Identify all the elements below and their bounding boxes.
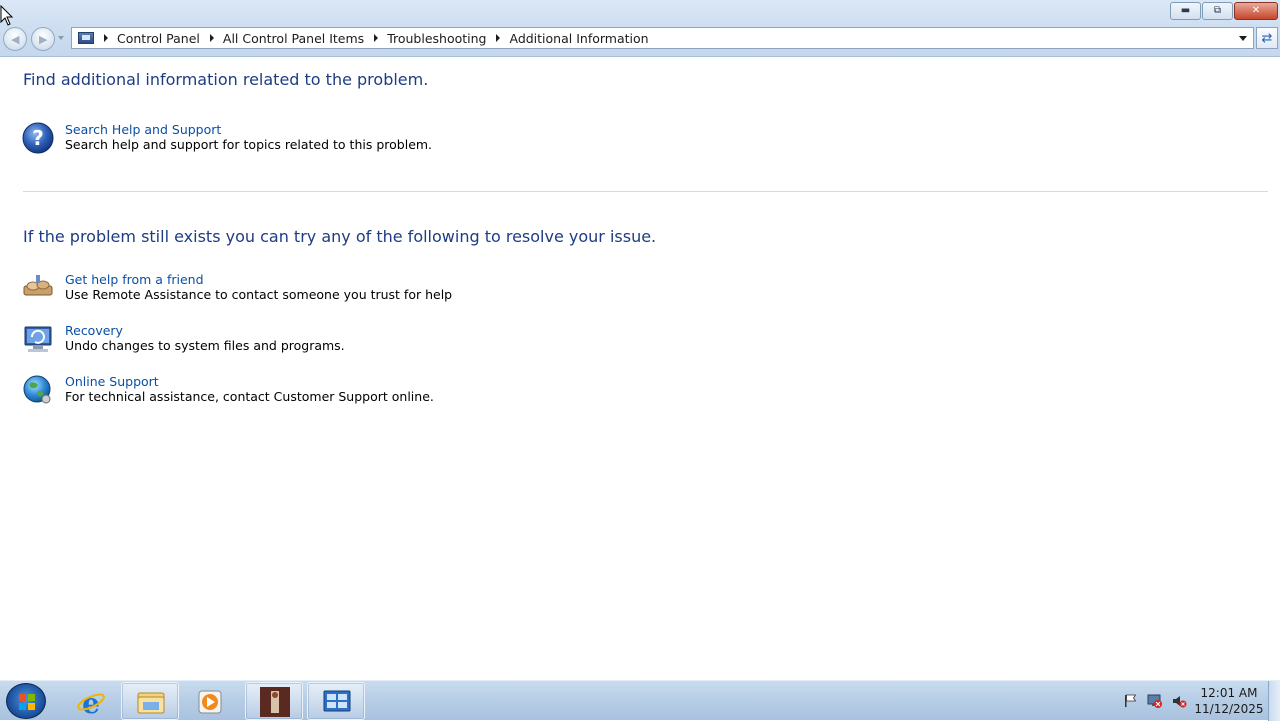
action-center-flag-icon[interactable] bbox=[1123, 693, 1139, 709]
window-chrome: ▬ ⧉ ✕ ◀ ▶ Control Panel All Control Pane… bbox=[0, 0, 1280, 57]
app-thumbnail-icon bbox=[260, 687, 290, 717]
section-heading: If the problem still exists you can try … bbox=[23, 227, 657, 246]
search-help-description: Search help and support for topics relat… bbox=[65, 137, 433, 152]
recovery-icon bbox=[24, 326, 52, 352]
taskbar-media-player[interactable] bbox=[181, 682, 239, 720]
breadcrumb-control-panel[interactable]: Control Panel bbox=[117, 31, 200, 46]
close-button[interactable]: ✕ bbox=[1234, 2, 1278, 20]
internet-explorer-icon: e bbox=[77, 687, 105, 717]
clock-time: 12:01 AM bbox=[1200, 686, 1258, 700]
window-controls: ▬ ⧉ ✕ bbox=[1170, 2, 1278, 20]
online-support-globe-icon bbox=[23, 375, 51, 404]
section-heading: Find additional information related to t… bbox=[23, 70, 429, 89]
maximize-button[interactable]: ⧉ bbox=[1202, 2, 1233, 20]
get-help-friend-link[interactable]: Get help from a friend bbox=[65, 272, 204, 287]
forward-button[interactable]: ▶ bbox=[31, 27, 55, 51]
svg-text:?: ? bbox=[32, 126, 44, 150]
taskbar-control-panel[interactable] bbox=[307, 682, 365, 720]
refresh-button[interactable]: ⇄ bbox=[1256, 27, 1278, 49]
control-panel-window: ▬ ⧉ ✕ ◀ ▶ Control Panel All Control Pane… bbox=[0, 0, 1280, 680]
windows-explorer-icon bbox=[137, 692, 165, 714]
remote-assistance-icon bbox=[23, 275, 53, 296]
volume-muted-icon[interactable] bbox=[1171, 693, 1187, 709]
online-support-link[interactable]: Online Support bbox=[65, 374, 159, 389]
taskbar: e 12:01 AM 11/12/2025 bbox=[0, 680, 1280, 721]
address-dropdown-icon[interactable] bbox=[1239, 36, 1247, 41]
refresh-icon: ⇄ bbox=[1261, 30, 1273, 46]
control-panel-icon bbox=[323, 690, 351, 712]
start-button[interactable] bbox=[6, 683, 46, 719]
forward-arrow-icon: ▶ bbox=[39, 33, 48, 46]
restore-icon: ⧉ bbox=[1213, 5, 1222, 16]
get-help-friend-description: Use Remote Assistance to contact someone… bbox=[65, 287, 453, 302]
recovery-description: Undo changes to system files and program… bbox=[65, 338, 345, 353]
mouse-cursor-icon bbox=[0, 5, 14, 26]
recent-pages-dropdown[interactable] bbox=[58, 36, 64, 40]
breadcrumb-all-items[interactable]: All Control Panel Items bbox=[223, 31, 364, 46]
close-icon: ✕ bbox=[1251, 5, 1261, 16]
search-help-link[interactable]: Search Help and Support bbox=[65, 122, 221, 137]
taskbar-windows-explorer[interactable] bbox=[121, 682, 179, 720]
clock-date: 11/12/2025 bbox=[1194, 702, 1264, 716]
recovery-link[interactable]: Recovery bbox=[65, 323, 123, 338]
clock[interactable]: 12:01 AM 11/12/2025 bbox=[1188, 685, 1270, 717]
svg-text:e: e bbox=[82, 687, 100, 717]
breadcrumb-separator-icon[interactable] bbox=[209, 34, 214, 42]
back-arrow-icon: ◀ bbox=[11, 33, 20, 46]
breadcrumb-separator-icon[interactable] bbox=[104, 34, 108, 42]
show-desktop-button[interactable] bbox=[1268, 681, 1280, 721]
network-disconnected-icon[interactable] bbox=[1147, 693, 1163, 709]
breadcrumb-troubleshooting[interactable]: Troubleshooting bbox=[387, 31, 486, 46]
help-question-icon: ? bbox=[22, 122, 54, 154]
minimize-icon: ▬ bbox=[1180, 5, 1191, 16]
minimize-button[interactable]: ▬ bbox=[1170, 2, 1201, 20]
taskbar-internet-explorer[interactable]: e bbox=[61, 682, 119, 720]
control-panel-icon bbox=[78, 32, 94, 44]
online-support-description: For technical assistance, contact Custom… bbox=[65, 389, 434, 404]
back-button[interactable]: ◀ bbox=[3, 27, 27, 51]
section-divider bbox=[23, 191, 1268, 192]
breadcrumb-additional-information[interactable]: Additional Information bbox=[509, 31, 648, 46]
address-bar[interactable]: Control Panel All Control Panel Items Tr… bbox=[71, 27, 1254, 49]
breadcrumb-separator-icon[interactable] bbox=[496, 34, 501, 42]
breadcrumb-separator-icon[interactable] bbox=[374, 34, 379, 42]
windows-logo-icon bbox=[19, 694, 35, 710]
media-player-icon bbox=[198, 690, 222, 714]
taskbar-app-window[interactable] bbox=[245, 682, 303, 720]
